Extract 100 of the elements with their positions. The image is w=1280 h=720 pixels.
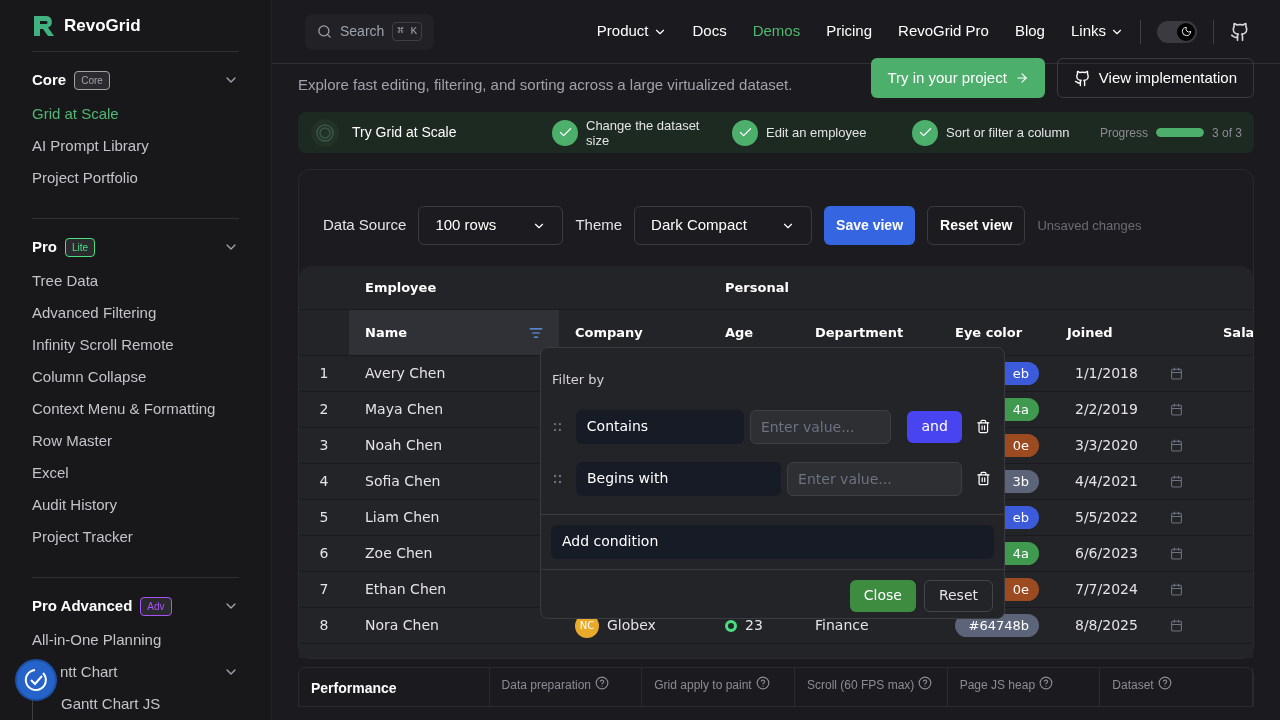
filter-icon[interactable] — [529, 325, 543, 340]
sidebar-item[interactable]: Infinity Scroll Remote — [32, 333, 174, 357]
target-icon — [310, 117, 340, 148]
sidebar-item[interactable]: Column Collapse — [32, 365, 147, 389]
delete-icon[interactable] — [976, 419, 991, 434]
nav-link[interactable]: Blog — [1014, 20, 1045, 43]
popover-title: Filter by — [552, 371, 606, 389]
sidebar-item[interactable]: All-in-One Planning — [32, 628, 162, 652]
table-cell-text: 23 — [745, 616, 763, 635]
operator-select[interactable]: Contains — [575, 409, 744, 444]
search-icon — [317, 24, 332, 39]
sidebar-item[interactable]: Project Tracker — [32, 525, 133, 549]
operator-select[interactable]: Begins with — [575, 461, 782, 496]
sidebar-item[interactable]: Project Portfolio — [32, 166, 138, 190]
table-cell-text: Avery Chen — [365, 364, 446, 383]
delete-icon[interactable] — [976, 471, 991, 486]
calendar-icon[interactable] — [1170, 403, 1183, 416]
section-badge: Adv — [140, 596, 172, 616]
performance-title: Performance — [311, 680, 397, 696]
calendar-icon[interactable] — [1170, 439, 1183, 452]
calendar-icon[interactable] — [1170, 367, 1183, 380]
save-view-button[interactable]: Save view — [824, 206, 915, 245]
sidebar-item[interactable]: Context Menu & Formatting — [32, 397, 216, 421]
table-cell-text: 6/6/2023 — [1075, 544, 1138, 563]
metric-label: Scroll (60 FPS max) — [806, 677, 915, 694]
intro-text: Explore fast editing, filtering, and sorting across a large virtualized dataset. — [298, 75, 794, 95]
section-title: Pro — [32, 236, 57, 257]
value-input[interactable]: Enter value... — [749, 409, 891, 444]
data-source-select[interactable]: 100 rows — [418, 206, 564, 245]
progress-label: Progress — [1099, 124, 1148, 142]
progress-reading: 3 of 3 — [1211, 124, 1242, 142]
close-button[interactable]: Close — [849, 579, 916, 612]
metric-label: Page JS heap — [959, 677, 1036, 694]
join-button[interactable]: and — [906, 410, 963, 443]
sidebar-item[interactable]: Gantt Chart JS — [61, 692, 161, 716]
sidebar-item[interactable]: Audit History — [32, 493, 118, 517]
accessibility-button[interactable] — [15, 659, 57, 701]
row-number: 6 — [319, 544, 329, 563]
github-icon[interactable] — [1230, 21, 1250, 42]
table-cell-text: 2/2/2019 — [1075, 400, 1138, 419]
sidebar-item[interactable]: AI Prompt Library — [32, 134, 149, 158]
section-title: Core — [32, 69, 67, 90]
nav-link[interactable]: Demos — [752, 20, 801, 43]
search-field[interactable]: Search ⌘ K — [305, 13, 435, 50]
add-condition-button[interactable]: Add condition — [551, 524, 994, 559]
field-label: Data Source — [323, 215, 407, 236]
reset-view-button[interactable]: Reset view — [927, 206, 1026, 245]
nav-link[interactable]: RevoGrid Pro — [898, 20, 989, 43]
sidebar-item[interactable]: Row Master — [32, 429, 113, 453]
view-implementation-button[interactable]: View implementation — [1056, 58, 1254, 98]
sidebar-item[interactable]: Tree Data — [32, 269, 99, 293]
row-number: 7 — [319, 580, 329, 599]
table-cell-text: Liam Chen — [365, 508, 440, 527]
sidebar-item[interactable]: Advanced Filtering — [32, 301, 157, 325]
section-badge: Lite — [65, 237, 96, 257]
status-text: Unsaved changes — [1037, 216, 1142, 235]
help-icon[interactable] — [595, 676, 609, 690]
calendar-icon[interactable] — [1170, 583, 1183, 596]
help-icon[interactable] — [1157, 676, 1172, 690]
calendar-icon[interactable] — [1170, 619, 1183, 632]
table-cell-text: 5/5/2022 — [1075, 508, 1138, 527]
nav-link[interactable]: Docs — [692, 20, 727, 43]
metric-label: Data preparation — [501, 677, 591, 694]
sidebar-item[interactable]: Grid at Scale — [32, 102, 119, 126]
table-cell-text: 7/7/2024 — [1075, 580, 1138, 599]
help-icon[interactable] — [755, 676, 770, 690]
row-number: 1 — [319, 364, 329, 383]
step-label: Edit an employee — [766, 125, 867, 140]
row-number: 8 — [319, 616, 329, 635]
section-title: Pro Advanced — [32, 595, 133, 616]
reset-button[interactable]: Reset — [923, 579, 993, 612]
sidebar-item[interactable]: Excel — [32, 461, 69, 485]
table-cell-text: Ethan Chen — [365, 580, 447, 599]
step-label: Change the dataset size — [586, 117, 701, 148]
sidebar-item[interactable]: ntt Chart — [60, 660, 118, 684]
help-icon[interactable] — [918, 676, 933, 690]
step-label: Sort or filter a column — [946, 125, 1070, 140]
theme-select[interactable]: Dark Compact — [634, 206, 813, 245]
table-cell-text: Maya Chen — [365, 400, 444, 419]
nav-link[interactable]: Product — [596, 20, 667, 43]
help-icon[interactable] — [1039, 676, 1054, 690]
table-cell-text: 1/1/2018 — [1075, 364, 1138, 383]
table-cell-text: Globex — [607, 616, 656, 635]
column-header[interactable]: Joined — [1051, 310, 1215, 355]
theme-toggle[interactable] — [1157, 20, 1197, 43]
group-header: Employee — [365, 278, 437, 297]
value-input[interactable]: Enter value... — [787, 461, 963, 496]
drag-handle-icon[interactable] — [554, 421, 562, 432]
column-header[interactable]: Name — [349, 310, 559, 355]
table-cell-text: 8/8/2025 — [1075, 616, 1138, 635]
calendar-icon[interactable] — [1170, 475, 1183, 488]
column-header[interactable]: Sala — [1215, 310, 1253, 355]
group-header: Personal — [725, 278, 789, 297]
calendar-icon[interactable] — [1170, 511, 1183, 524]
table-cell-text: Sofia Chen — [365, 472, 441, 491]
nav-link[interactable]: Pricing — [826, 20, 873, 43]
row-number: 2 — [319, 400, 329, 419]
drag-handle-icon[interactable] — [554, 473, 562, 484]
calendar-icon[interactable] — [1170, 547, 1183, 560]
nav-link[interactable]: Links — [1070, 20, 1124, 43]
